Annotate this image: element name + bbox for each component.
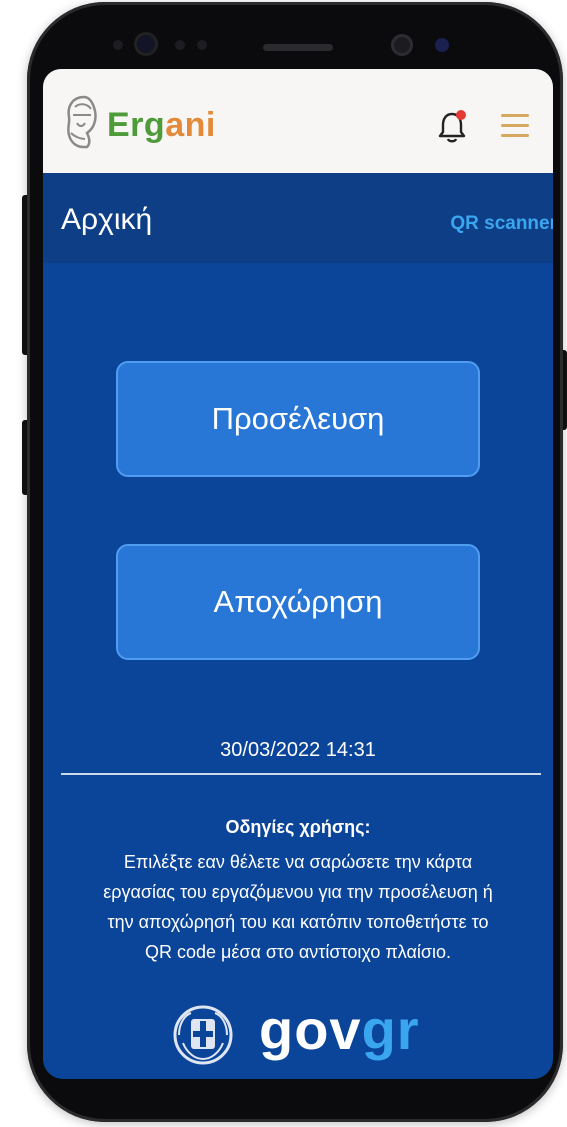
menu-bar <box>501 124 529 127</box>
app-header: Ergani <box>43 69 553 173</box>
front-camera <box>134 32 158 56</box>
help-text: Επιλέξτε εαν θέλετε να σαρώσετε την κάρτ… <box>55 847 541 967</box>
brand-part2: ani <box>165 106 216 144</box>
page-title: Αρχική <box>61 203 153 236</box>
app-screen: Ergani Αρχική QR scanner Προσέλευση Αποχ… <box>43 69 553 1079</box>
gov-text: gov <box>259 998 362 1061</box>
qr-scanner-link[interactable]: QR scanner <box>450 213 553 235</box>
menu-bar <box>501 134 529 137</box>
sensor-dot <box>113 40 123 50</box>
secondary-camera <box>435 38 449 52</box>
earpiece-speaker <box>263 44 333 51</box>
help-line: εργασίας του εργαζόμενου για την προσέλε… <box>103 882 493 902</box>
arrival-button[interactable]: Προσέλευση <box>116 361 480 477</box>
help-title: Οδηγίες χρήσης: <box>225 817 371 837</box>
page-header: Αρχική QR scanner <box>43 173 553 263</box>
bell-notification-icon[interactable] <box>436 108 468 144</box>
hamburger-menu-icon[interactable] <box>501 114 529 138</box>
sensor-dot <box>175 40 185 50</box>
sensor-dot <box>197 40 207 50</box>
departure-button[interactable]: Αποχώρηση <box>116 544 480 660</box>
menu-bar <box>501 114 529 117</box>
help-line: QR code μέσα στο αντίστοιχο πλαίσιο. <box>144 942 452 962</box>
divider <box>61 773 541 775</box>
brand-part1: Erg <box>107 106 166 144</box>
help-line: Επιλέξτε εαν θέλετε να σαρώσετε την κάρτ… <box>123 852 473 872</box>
current-datetime: 30/03/2022 14:31 <box>220 739 376 761</box>
device-frame: Ergani Αρχική QR scanner Προσέλευση Αποχ… <box>0 0 567 1127</box>
help-line: την αποχώρησή του και κατόπιν τοποθετήστ… <box>107 912 489 932</box>
iris-scanner <box>391 34 413 56</box>
govgr-logo: govgr <box>171 997 441 1069</box>
brand-name: Ergani <box>107 106 216 145</box>
ergani-logo-icon <box>67 95 97 149</box>
greek-emblem-icon <box>173 1005 233 1065</box>
gr-text: gr <box>361 998 420 1061</box>
govgr-wordmark: govgr <box>259 997 420 1062</box>
